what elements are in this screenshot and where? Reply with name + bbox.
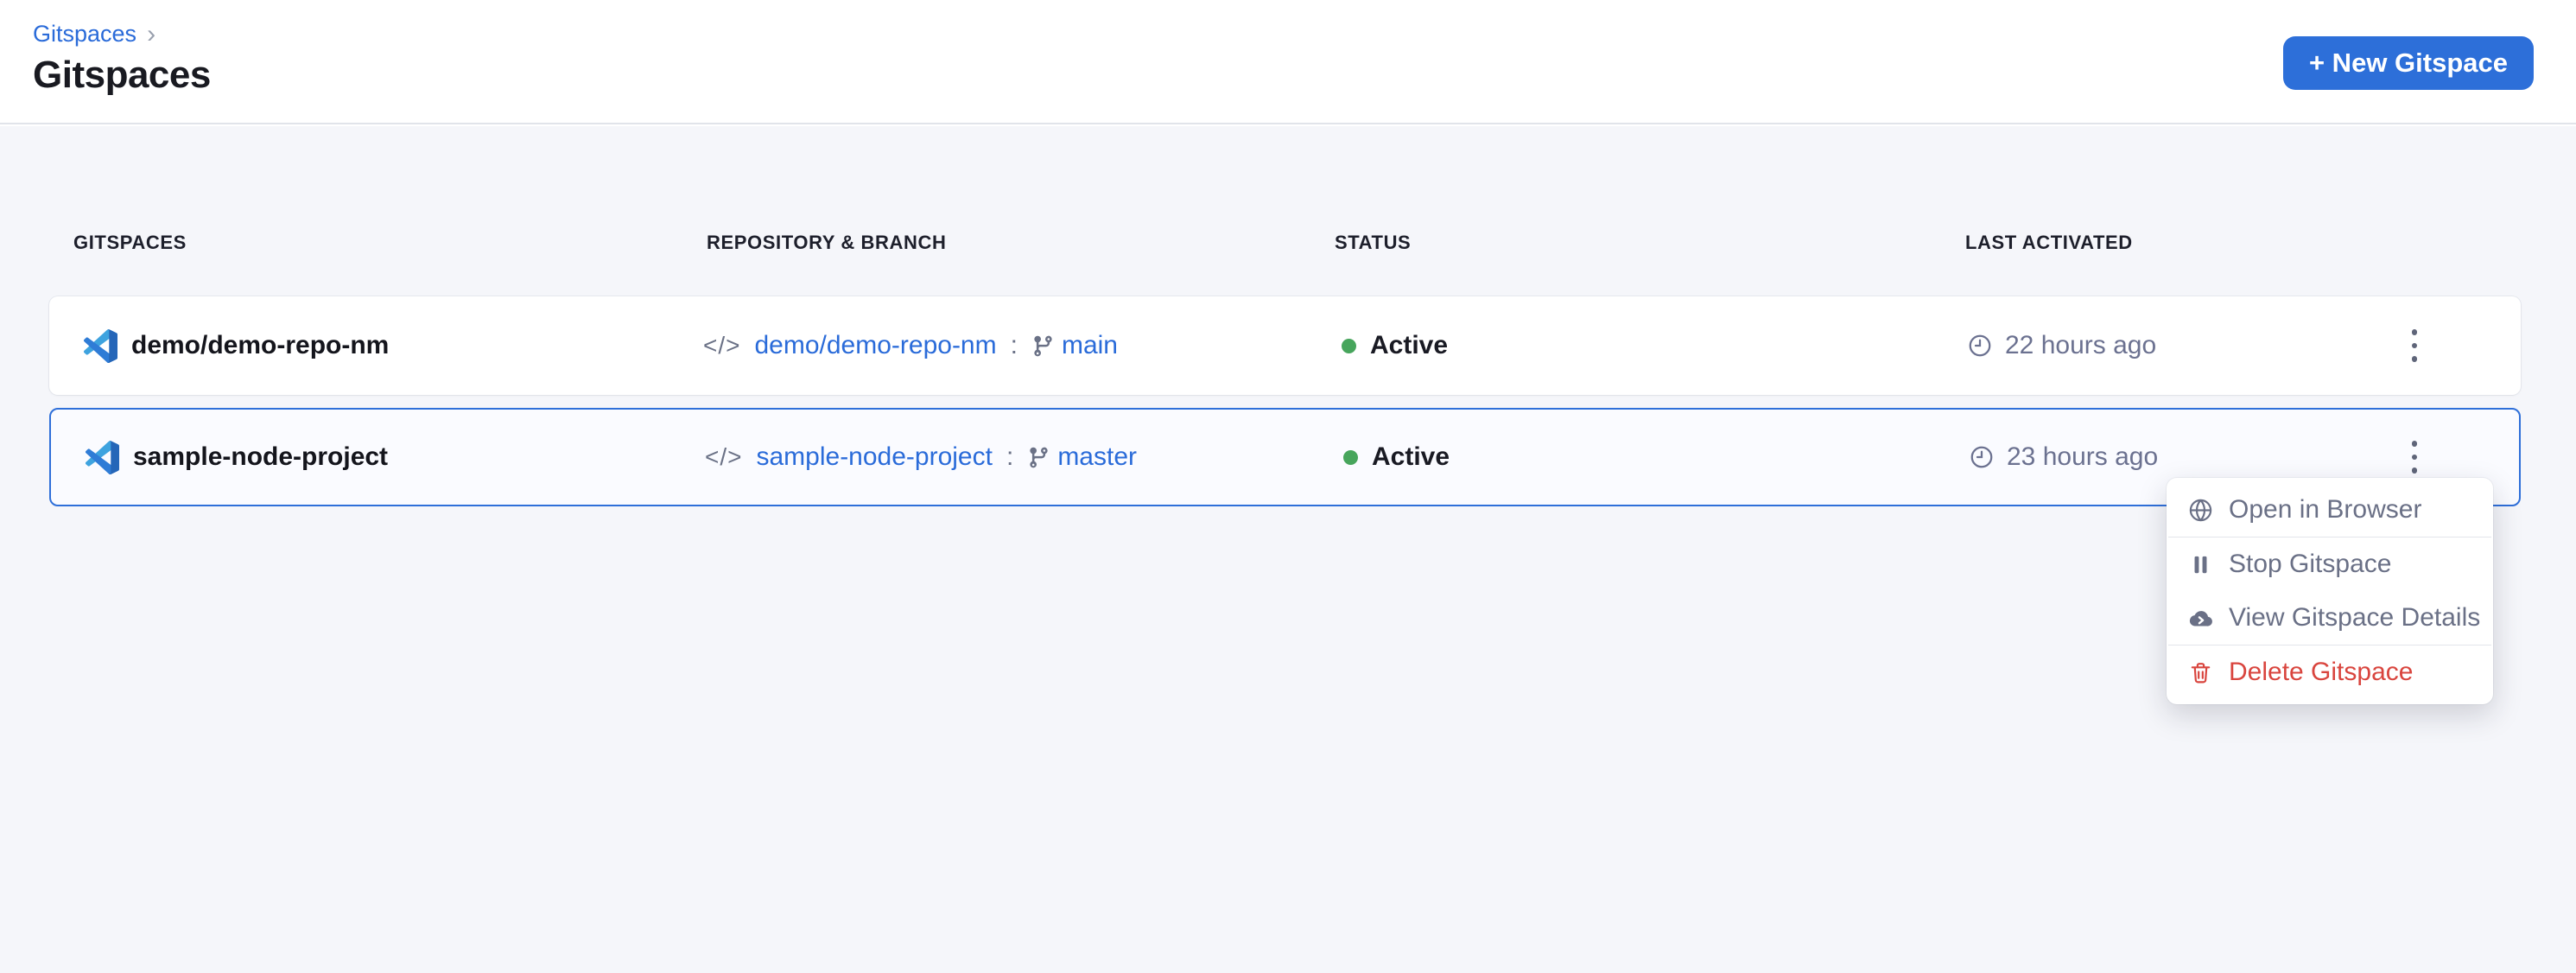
- row-actions-cell: [2308, 309, 2521, 382]
- last-activated-label: 23 hours ago: [2007, 442, 2158, 472]
- row-actions-kebab-button[interactable]: [2387, 309, 2442, 382]
- table-row[interactable]: sample-node-project </> sample-node-proj…: [49, 408, 2521, 506]
- branch-link[interactable]: main: [1062, 331, 1118, 360]
- context-menu: Open in Browser Stop Gitspace View Gitsp…: [2167, 478, 2493, 704]
- code-icon: </>: [703, 332, 740, 359]
- menu-item-delete-gitspace[interactable]: Delete Gitspace: [2167, 645, 2493, 699]
- status-cell: Active: [1312, 442, 1943, 472]
- clock-icon: [1967, 333, 1993, 359]
- repo-branch-separator: :: [1006, 442, 1013, 472]
- last-activated-label: 22 hours ago: [2005, 331, 2156, 360]
- status-label: Active: [1370, 331, 1448, 360]
- gitspace-name-cell: sample-node-project: [51, 441, 684, 474]
- column-header-status: STATUS: [1310, 232, 1941, 254]
- menu-item-label: Open in Browser: [2229, 495, 2421, 525]
- last-activated-cell: 23 hours ago: [1943, 442, 2310, 472]
- page-title: Gitspaces: [33, 54, 211, 97]
- gitspace-name: demo/demo-repo-nm: [131, 331, 389, 360]
- cloud-icon: [2187, 605, 2214, 632]
- vscode-icon: [84, 329, 117, 363]
- menu-item-label: Stop Gitspace: [2229, 550, 2391, 579]
- gitspace-name: sample-node-project: [133, 442, 388, 472]
- status-active-dot: [1343, 450, 1358, 465]
- clock-icon: [1969, 444, 1995, 470]
- repository-link[interactable]: sample-node-project: [756, 442, 992, 472]
- repository-branch-cell: </> sample-node-project : master: [684, 442, 1312, 472]
- git-branch-icon: [1031, 334, 1055, 358]
- chevron-right-icon: ›: [147, 22, 155, 48]
- page-header: Gitspaces › Gitspaces + New Gitspace: [0, 0, 2576, 124]
- gitspace-name-cell: demo/demo-repo-nm: [49, 329, 682, 363]
- menu-item-stop-gitspace[interactable]: Stop Gitspace: [2167, 537, 2493, 591]
- repository-branch-cell: </> demo/demo-repo-nm : main: [682, 331, 1310, 360]
- repository-link[interactable]: demo/demo-repo-nm: [754, 331, 996, 360]
- code-icon: </>: [705, 443, 742, 471]
- globe-icon: [2187, 497, 2214, 524]
- branch-link[interactable]: master: [1057, 442, 1137, 472]
- column-header-last-activated: LAST ACTIVATED: [1941, 232, 2308, 254]
- vscode-icon: [86, 441, 119, 474]
- menu-item-label: Delete Gitspace: [2229, 658, 2413, 687]
- menu-item-view-gitspace-details[interactable]: View Gitspace Details: [2167, 591, 2493, 645]
- menu-item-open-in-browser[interactable]: Open in Browser: [2167, 483, 2493, 537]
- status-label: Active: [1372, 442, 1450, 472]
- repo-branch-separator: :: [1011, 331, 1018, 360]
- column-header-gitspaces: GITSPACES: [49, 232, 682, 254]
- table-header-row: GITSPACES REPOSITORY & BRANCH STATUS LAS…: [49, 219, 2521, 266]
- status-active-dot: [1342, 339, 1356, 353]
- breadcrumb-link-gitspaces[interactable]: Gitspaces: [33, 21, 136, 48]
- trash-icon: [2187, 659, 2214, 686]
- last-activated-cell: 22 hours ago: [1941, 331, 2308, 360]
- menu-item-label: View Gitspace Details: [2229, 603, 2480, 633]
- status-cell: Active: [1310, 331, 1941, 360]
- git-branch-icon: [1027, 446, 1050, 469]
- new-gitspace-button[interactable]: + New Gitspace: [2283, 36, 2534, 90]
- pause-icon: [2187, 551, 2214, 578]
- column-header-repository-branch: REPOSITORY & BRANCH: [682, 232, 1310, 254]
- breadcrumb: Gitspaces ›: [33, 21, 155, 48]
- table-row[interactable]: demo/demo-repo-nm </> demo/demo-repo-nm …: [49, 296, 2521, 395]
